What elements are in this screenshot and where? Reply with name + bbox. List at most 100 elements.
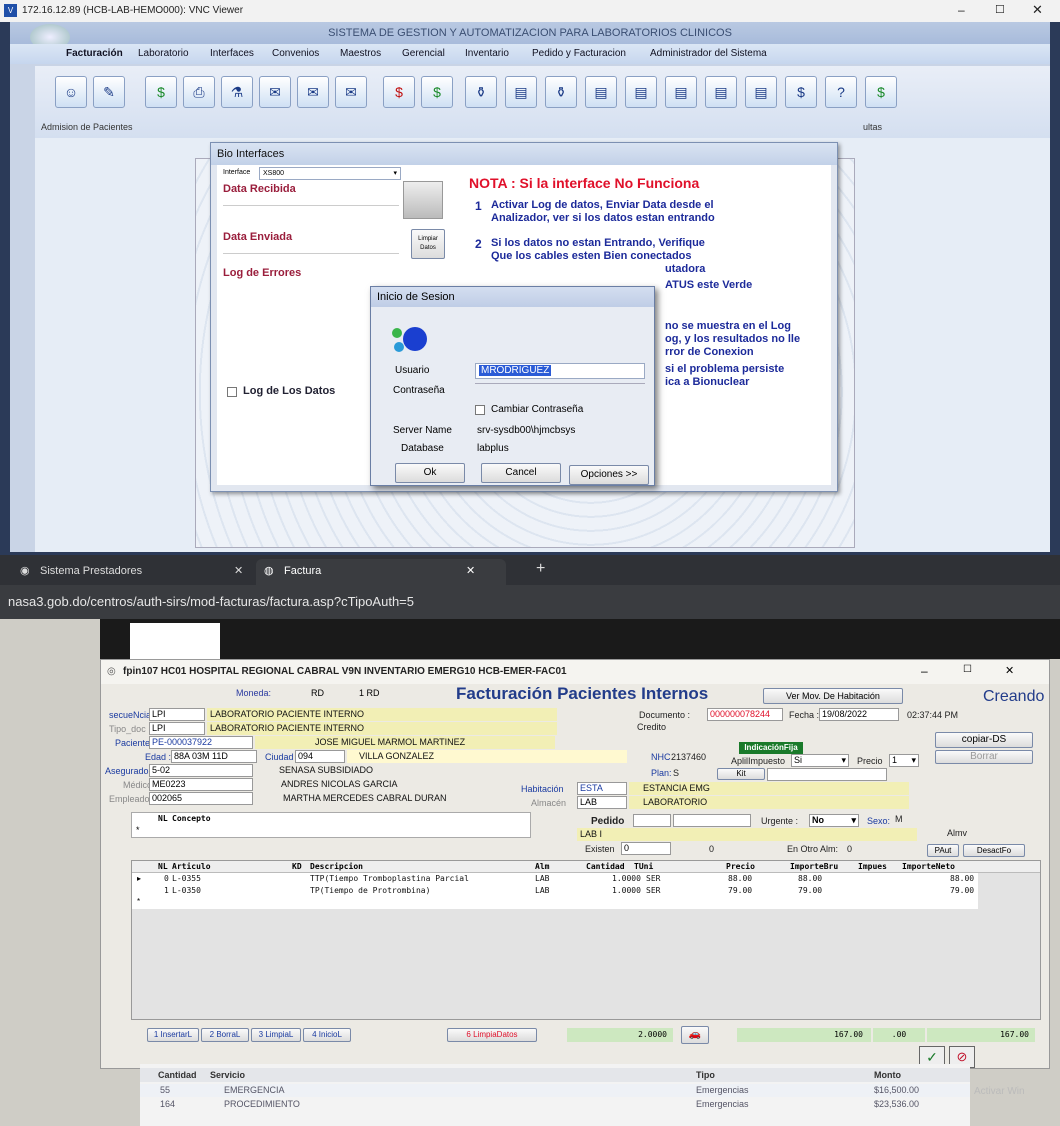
fecha-input[interactable]: 19/08/2022	[819, 708, 899, 721]
tab-factura[interactable]: ◍ Factura ✕	[256, 559, 506, 585]
kit-button[interactable]: Kit	[717, 768, 765, 780]
menu-gerencial[interactable]: Gerencial	[402, 48, 445, 59]
habitacion-input[interactable]: ESTA	[577, 782, 627, 795]
indicacion-badge[interactable]: IndicaciónFija	[739, 742, 803, 754]
server-value[interactable]: srv-sysdb00\hjmcbsys	[477, 425, 575, 436]
insertar-button[interactable]: 1 InsertarL	[147, 1028, 199, 1042]
kit-input[interactable]	[767, 768, 887, 781]
print-icon[interactable]: ⎙	[183, 76, 215, 108]
urgente-select[interactable]: No ▾	[809, 814, 859, 827]
address-bar[interactable]: nasa3.gob.do/centros/auth-sirs/mod-factu…	[0, 585, 1060, 619]
menu-interfaces[interactable]: Interfaces	[210, 48, 254, 59]
maximize-icon[interactable]: ☐	[995, 3, 1005, 16]
almacen-input[interactable]: LAB	[577, 796, 627, 809]
table-row[interactable]: 55 EMERGENCIA Emergencias $16,500.00	[140, 1084, 970, 1097]
menu-administrador[interactable]: Administrador del Sistema	[650, 48, 767, 59]
apli-select[interactable]: Si ▾	[791, 754, 849, 767]
password-input[interactable]	[475, 383, 645, 384]
patients-icon[interactable]: ☺	[55, 76, 87, 108]
documents-icon[interactable]: ▤	[585, 76, 617, 108]
flask-icon[interactable]: ⚗	[221, 76, 253, 108]
car-icon[interactable]: 🚗	[681, 1026, 709, 1044]
money-doc-icon[interactable]: $	[785, 76, 817, 108]
note-2a: Si los datos no estan Entrando, Verifiqu…	[491, 237, 705, 249]
documents-icon[interactable]: ▤	[745, 76, 777, 108]
cancel-button[interactable]: Cancel	[481, 463, 561, 483]
menu-convenios[interactable]: Convenios	[272, 48, 319, 59]
documents-icon[interactable]: ▤	[665, 76, 697, 108]
usuario-input[interactable]: MRODRIGUEZ	[475, 363, 645, 379]
menu-pedido-facturacion[interactable]: Pedido y Facturacion	[532, 48, 626, 59]
table-row[interactable]: 164 PROCEDIMIENTO Emergencias $23,536.00	[140, 1098, 970, 1111]
menu-facturacion[interactable]: Facturación	[66, 48, 123, 59]
empleado-input[interactable]: 002065	[149, 792, 253, 805]
documents-icon[interactable]: ▤	[505, 76, 537, 108]
page-header-band	[100, 619, 1060, 659]
table-row[interactable]: 0 L-0355 TTP(Tiempo Tromboplastina Parci…	[132, 874, 1042, 886]
borrar-button[interactable]: Borrar	[935, 750, 1033, 764]
payment-icon[interactable]: $	[865, 76, 897, 108]
interface-select[interactable]: XS800 ▾	[259, 167, 401, 180]
menu-laboratorio[interactable]: Laboratorio	[138, 48, 189, 59]
concepto-grid[interactable]: NL Concepto *	[131, 812, 531, 838]
secuencia-input[interactable]: LPI	[149, 708, 205, 721]
database-value[interactable]: labplus	[477, 443, 509, 454]
divider	[223, 205, 399, 206]
aseguradora-input[interactable]: 5-02	[149, 764, 253, 777]
close-icon[interactable]: ✕	[234, 559, 243, 583]
table-row[interactable]: 1 L-0350 TP(Tiempo de Protrombina) LAB 1…	[132, 886, 1042, 898]
opciones-button[interactable]: Opciones >>	[569, 465, 649, 485]
bottle-icon[interactable]: ⚱	[465, 76, 497, 108]
mail-icon[interactable]: ✉	[259, 76, 291, 108]
ciudad-input[interactable]: 094	[295, 750, 345, 763]
medico-input[interactable]: ME0223	[149, 778, 253, 791]
mail-icon[interactable]: ✉	[297, 76, 329, 108]
precio-select[interactable]: 1 ▾	[889, 754, 919, 767]
limpiar-linea-button[interactable]: 3 LimpiaL	[251, 1028, 301, 1042]
ok-button[interactable]: Ok	[395, 463, 465, 483]
menu-inventario[interactable]: Inventario	[465, 48, 509, 59]
app-logo-icon	[389, 321, 429, 355]
note-fragment: ATUS este Verde	[665, 279, 753, 291]
pedido-input-2[interactable]	[673, 814, 751, 827]
new-row-marker-icon: *	[136, 825, 140, 835]
ciudad-nombre: VILLA GONZALEZ	[347, 750, 627, 763]
money-icon[interactable]: $	[145, 76, 177, 108]
minimize-icon[interactable]: –	[958, 3, 965, 17]
borrar-linea-button[interactable]: 2 BorraL	[201, 1028, 249, 1042]
tab-sistema-prestadores[interactable]: ◉ Sistema Prestadores ✕	[12, 559, 252, 585]
menu-maestros[interactable]: Maestros	[340, 48, 381, 59]
close-icon[interactable]: ✕	[466, 559, 475, 583]
documents-icon[interactable]: ▤	[705, 76, 737, 108]
almacen-label: Almacén	[531, 798, 567, 808]
close-icon[interactable]: ✕	[1005, 664, 1014, 677]
paut-button[interactable]: PAut	[927, 844, 959, 857]
cell-importe-bru: 79.00	[798, 886, 823, 895]
cambiar-checkbox[interactable]	[475, 405, 485, 415]
documents-icon[interactable]: ▤	[625, 76, 657, 108]
help-icon[interactable]: ?	[825, 76, 857, 108]
bottle-icon[interactable]: ⚱	[545, 76, 577, 108]
items-grid[interactable]: NL Articulo KD Descripcion Alm Cantidad …	[131, 860, 1041, 1020]
desactfo-button[interactable]: DesactFo	[963, 844, 1025, 857]
usuario-label: Usuario	[395, 365, 430, 376]
new-tab-icon[interactable]: +	[536, 560, 545, 578]
mail-icon[interactable]: ✉	[335, 76, 367, 108]
copiar-button[interactable]: copiar-DS	[935, 732, 1033, 748]
money-icon[interactable]: $	[421, 76, 453, 108]
log-datos-checkbox[interactable]	[227, 387, 237, 397]
tipo-doc-input[interactable]: LPI	[149, 722, 205, 735]
paciente-input[interactable]: PE-000037922	[149, 736, 253, 749]
limpiar-datos-button[interactable]: Limpiar Datos	[411, 229, 445, 259]
nhc-value: 2137460	[671, 752, 707, 762]
maximize-icon[interactable]: ☐	[963, 664, 972, 675]
minimize-icon[interactable]: –	[921, 664, 928, 678]
ver-mov-button[interactable]: Ver Mov. De Habitación	[763, 688, 903, 704]
pedido-input-1[interactable]	[633, 814, 671, 827]
limpiar-datos-button[interactable]: 6 LimpiaDatos	[447, 1028, 537, 1042]
inicio-linea-button[interactable]: 4 InicioL	[303, 1028, 351, 1042]
edit-icon[interactable]: ✎	[93, 76, 125, 108]
note-fragment: no se muestra en el Log	[665, 320, 791, 332]
close-icon[interactable]: ✕	[1032, 2, 1043, 18]
money-icon[interactable]: $	[383, 76, 415, 108]
